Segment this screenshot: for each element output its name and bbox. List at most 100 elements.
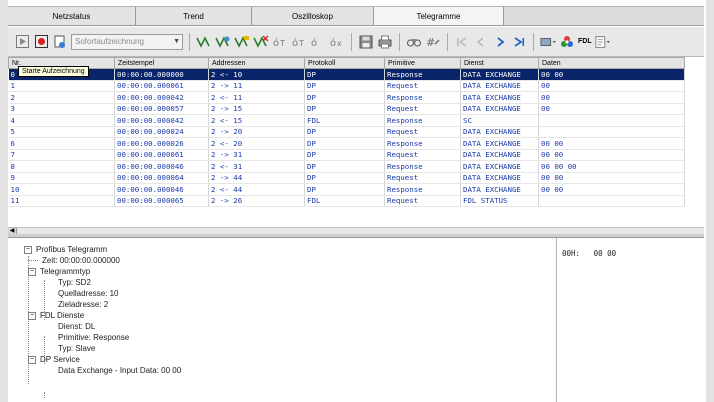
table-cell: 00 00: [538, 183, 685, 196]
table-cell: 2 <- 15: [208, 114, 305, 127]
table-cell: 11: [8, 195, 115, 207]
first-icon[interactable]: [454, 34, 470, 50]
station-filter-icon[interactable]: [540, 34, 556, 50]
filter-add-icon[interactable]: [215, 34, 231, 50]
find-icon[interactable]: [406, 34, 422, 50]
tree-node-zeit[interactable]: Zeit: 00:00:00.000000: [42, 255, 120, 266]
column-header-protokoll[interactable]: Protokoll: [304, 57, 385, 69]
tab-oszilloskop[interactable]: Oszilloskop: [252, 6, 374, 25]
tree-connector: [44, 392, 45, 398]
toolbar-separator: [189, 32, 190, 51]
tree-node-data-exchange[interactable]: Data Exchange - Input Data: 00 00: [58, 365, 181, 376]
tree-node-typ[interactable]: Typ: SD2: [58, 277, 91, 288]
table-row[interactable]: 0 00:00:00.000000 2 <- 10 DP Response DATA EX…: [8, 68, 685, 81]
tree-node-primitive[interactable]: Primitive: Response: [58, 332, 129, 343]
window-right-edge: [706, 0, 714, 402]
tab-telegramme[interactable]: Telegramme: [374, 6, 504, 25]
table-cell: 3: [8, 103, 115, 115]
record-icon[interactable]: [33, 34, 49, 50]
table-row[interactable]: 9 00:00:00.000064 2 -> 44 DP Request DATA EXC…: [8, 172, 685, 184]
tree-node-typ-slave[interactable]: Typ: Slave: [58, 343, 95, 354]
color-settings-icon[interactable]: [559, 34, 575, 50]
tree-node-fdl-dienste[interactable]: − FDL Dienste: [28, 310, 84, 321]
tree-node-dienst[interactable]: Dienst: DL: [58, 321, 95, 332]
collapse-icon[interactable]: −: [28, 355, 36, 364]
last-icon[interactable]: [511, 34, 527, 50]
table-cell: 2 <- 31: [208, 160, 305, 173]
play-icon[interactable]: [14, 34, 30, 50]
table-cell: [538, 195, 685, 207]
column-header-primitive[interactable]: Primitive: [384, 57, 461, 69]
table-cell: 2 -> 26: [208, 195, 305, 207]
table-cell: 00 00: [538, 68, 685, 81]
trigger-add-icon[interactable]: óT: [291, 34, 307, 50]
table-cell: DATA EXCHANGE: [460, 183, 539, 196]
table-cell: 00:00:00.000046: [114, 183, 209, 196]
table-cell: 1: [8, 80, 115, 92]
table-cell: 00:00:00.000046: [114, 160, 209, 173]
previous-icon[interactable]: [473, 34, 489, 50]
tree-node-label: DP Service: [40, 355, 80, 364]
view-tab-bar: Netzstatus Trend Oszilloskop Telegramme: [8, 6, 704, 26]
column-header-daten[interactable]: Daten: [538, 57, 685, 69]
collapse-icon[interactable]: −: [24, 245, 32, 254]
svg-text:ó: ó: [330, 37, 336, 49]
collapse-icon[interactable]: −: [28, 267, 36, 276]
filter-icon[interactable]: [196, 34, 212, 50]
record-settings-icon[interactable]: [52, 34, 68, 50]
table-cell: 00:00:00.000026: [114, 137, 209, 150]
table-row[interactable]: 1 00:00:00.000061 2 -> 11 DP Request DATA EXC…: [8, 80, 685, 92]
tree-node-quelladresse[interactable]: Quelladresse: 10: [58, 288, 118, 299]
table-cell: 2 -> 20: [208, 126, 305, 138]
table-row[interactable]: 4 00:00:00.000042 2 <- 15 FDL Response SC: [8, 114, 685, 127]
tree-node-label: FDL Dienste: [40, 311, 85, 320]
pane-splitter[interactable]: [8, 234, 704, 238]
window-left-edge: [0, 0, 8, 402]
table-row[interactable]: 3 00:00:00.000057 2 -> 15 DP Request DATA EXC…: [8, 103, 685, 115]
table-row[interactable]: 11 00:00:00.000065 2 -> 26 FDL Request FDL ST…: [8, 195, 685, 207]
recording-mode-value: Sofortaufzeichnung: [75, 36, 144, 46]
table-row[interactable]: 5 00:00:00.000024 2 -> 20 DP Request DATA EXC…: [8, 126, 685, 138]
recording-mode-select[interactable]: Sofortaufzeichnung ▼: [71, 33, 183, 50]
table-row[interactable]: 7 00:00:00.000061 2 -> 31 DP Request DATA EXC…: [8, 149, 685, 161]
save-icon[interactable]: [358, 34, 374, 50]
table-cell: 4: [8, 114, 115, 127]
export-icon[interactable]: [595, 34, 611, 50]
goto-number-icon[interactable]: #: [425, 34, 441, 50]
trigger-icon[interactable]: óT: [272, 34, 288, 50]
table-row[interactable]: 2 00:00:00.000042 2 <- 11 DP Response DATA EX…: [8, 91, 685, 104]
table-cell: DATA EXCHANGE: [460, 149, 539, 161]
svg-text:#: #: [426, 36, 435, 49]
table-row[interactable]: 8 00:00:00.000046 2 <- 31 DP Response DATA EX…: [8, 160, 685, 173]
tab-trend[interactable]: Trend: [136, 6, 252, 25]
table-cell: 00:00:00.000065: [114, 195, 209, 207]
column-header-dienst[interactable]: Dienst: [460, 57, 539, 69]
horizontal-scrollbar[interactable]: ◀: [8, 227, 704, 234]
tree-node-label: Typ: SD2: [58, 278, 91, 287]
tree-node-dp-service[interactable]: − DP Service: [28, 354, 80, 365]
table-cell: [538, 114, 685, 127]
tab-netzstatus[interactable]: Netzstatus: [8, 6, 136, 25]
fdl-filter-label[interactable]: FDL: [578, 38, 592, 45]
print-icon[interactable]: [377, 34, 393, 50]
table-row[interactable]: 6 00:00:00.000026 2 <- 20 DP Response DATA EX…: [8, 137, 685, 150]
next-icon[interactable]: [492, 34, 508, 50]
trigger-remove-icon[interactable]: óx: [329, 34, 345, 50]
table-row[interactable]: 10 00:00:00.000046 2 <- 44 DP Response DATA E…: [8, 183, 685, 196]
tree-node-label: Dienst: DL: [58, 322, 96, 331]
collapse-icon[interactable]: −: [28, 311, 36, 320]
telegram-list[interactable]: Nr. Zeitstempel Addressen Protokoll Prim…: [8, 57, 704, 227]
detail-pane-divider[interactable]: [556, 238, 557, 402]
column-header-zeitstempel[interactable]: Zeitstempel: [114, 57, 209, 69]
trigger-edit-icon[interactable]: ó: [310, 34, 326, 50]
table-cell: 5: [8, 126, 115, 138]
table-cell: DATA EXCHANGE: [460, 160, 539, 173]
column-header-addressen[interactable]: Addressen: [208, 57, 305, 69]
toolbar-separator: [399, 32, 400, 51]
filter-remove-icon[interactable]: [253, 34, 269, 50]
tree-node-label: Profibus Telegramm: [36, 245, 107, 254]
tree-node-profibus-telegramm[interactable]: − Profibus Telegramm: [24, 244, 107, 255]
filter-edit-icon[interactable]: [234, 34, 250, 50]
tree-node-zieladresse[interactable]: Zieladresse: 2: [58, 299, 108, 310]
tree-node-telegrammtyp[interactable]: − Telegrammtyp: [28, 266, 90, 277]
